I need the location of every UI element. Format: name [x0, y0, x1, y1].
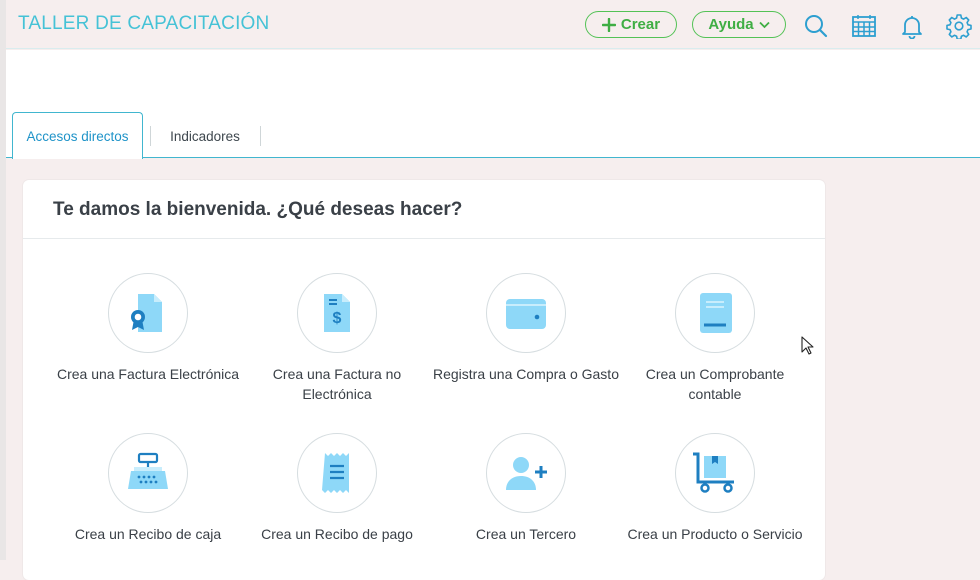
tab-accesos-directos[interactable]: Accesos directos — [12, 112, 143, 159]
action-electronic-invoice[interactable]: Crea una Factura Electrónica — [53, 273, 243, 384]
action-label: Crea una Factura no Electrónica — [272, 366, 402, 402]
action-label: Crea un Tercero — [475, 526, 577, 542]
action-accounting-voucher[interactable]: Crea un Comprobante contable — [620, 273, 810, 404]
action-icon-circle — [486, 273, 566, 353]
tab-label: Indicadores — [170, 128, 240, 144]
plus-icon — [601, 17, 616, 32]
action-third-party[interactable]: Crea un Tercero — [431, 433, 621, 544]
product-cart-icon — [693, 452, 734, 493]
accounting-book-icon — [700, 293, 732, 333]
welcome-title: Te damos la bienvenida. ¿Qué deseas hace… — [53, 199, 463, 220]
gear-icon[interactable] — [946, 13, 972, 39]
action-icon-circle: $ — [297, 273, 377, 353]
action-icon-circle — [108, 273, 188, 353]
action-payment-receipt[interactable]: Crea un Recibo de pago — [242, 433, 432, 544]
svg-text:$: $ — [333, 310, 342, 327]
create-button-label: Crear — [620, 16, 661, 33]
action-purchase-expense[interactable]: Registra una Compra o Gasto — [431, 273, 621, 384]
electronic-invoice-icon — [131, 294, 162, 332]
action-cash-receipt[interactable]: Crea un Recibo de caja — [53, 433, 243, 544]
action-icon-circle — [675, 433, 755, 513]
action-icon-circle — [486, 433, 566, 513]
action-product-service[interactable]: Crea un Producto o Servicio — [620, 433, 810, 544]
action-icon-circle — [108, 433, 188, 513]
action-label: Crea un Recibo de pago — [261, 526, 413, 542]
tab-indicadores[interactable]: Indicadores — [160, 126, 250, 146]
action-non-electronic-invoice[interactable]: $ Crea una Factura no Electrónica — [242, 273, 432, 404]
mouse-cursor-icon — [801, 336, 814, 355]
company-title: TALLER DE CAPACITACIÓN — [18, 13, 270, 34]
action-label: Crea un Producto o Servicio — [627, 526, 803, 542]
add-contact-icon — [506, 457, 547, 490]
payment-receipt-icon — [322, 453, 349, 493]
wallet-icon — [506, 299, 546, 329]
help-button[interactable]: Ayuda — [692, 11, 786, 38]
welcome-card: Te damos la bienvenida. ¿Qué deseas hace… — [23, 180, 825, 580]
action-label: Crea un Comprobante contable — [645, 366, 785, 402]
action-label: Crea un Recibo de caja — [74, 526, 222, 542]
tab-divider — [150, 126, 151, 146]
bell-icon[interactable] — [899, 13, 925, 39]
help-button-label: Ayuda — [708, 16, 754, 33]
chevron-down-icon — [759, 21, 770, 28]
action-label: Crea una Factura Electrónica — [56, 366, 240, 382]
tab-divider — [260, 126, 261, 146]
search-icon[interactable] — [803, 13, 829, 39]
action-icon-circle — [297, 433, 377, 513]
tab-label: Accesos directos — [26, 128, 129, 144]
create-button[interactable]: Crear — [585, 11, 677, 38]
action-label: Registra una Compra o Gasto — [433, 366, 619, 382]
cash-register-icon — [128, 452, 168, 489]
tabs-underline — [6, 157, 980, 158]
invoice-dollar-icon: $ — [324, 294, 350, 332]
card-divider — [23, 238, 825, 239]
tabs-area — [6, 50, 980, 158]
calendar-icon[interactable] — [851, 13, 877, 39]
top-bar: TALLER DE CAPACITACIÓN Crear Ayuda — [6, 0, 980, 49]
action-icon-circle — [675, 273, 755, 353]
